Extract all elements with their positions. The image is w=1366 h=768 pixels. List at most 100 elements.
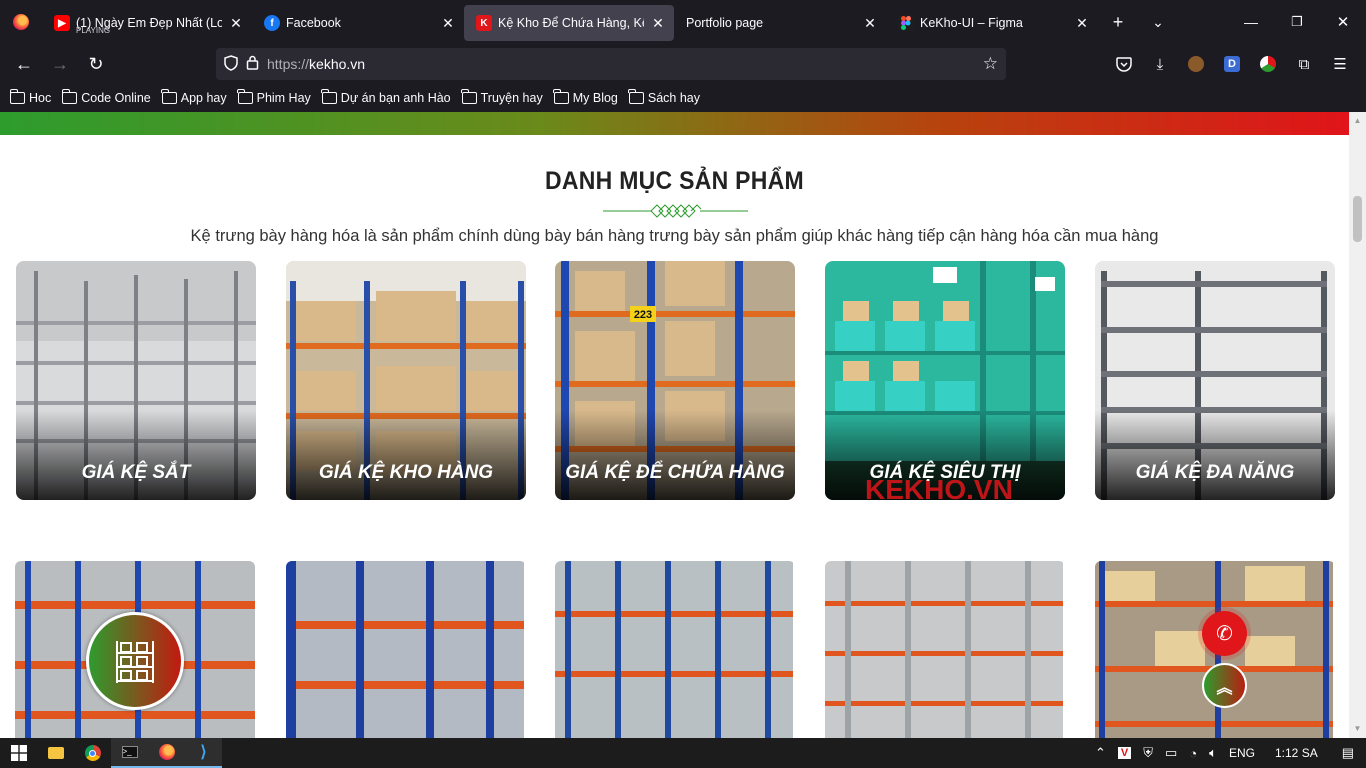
forward-icon[interactable]: → [42,48,78,80]
bookmark-folder[interactable]: Truyện hay [461,89,543,105]
title-divider [603,204,748,218]
folder-icon [237,89,253,104]
chevron-up-icon[interactable]: ⌃ [1095,745,1106,761]
close-window-icon[interactable]: ✕ [1320,0,1366,44]
bookmark-folder[interactable]: Hoc [9,89,51,105]
pocket-icon[interactable] [1106,48,1142,80]
category-card-gia-ke-sat[interactable]: GIÁ KỆ SẮT [16,261,256,500]
bookmark-folder[interactable]: Phim Hay [237,89,311,105]
close-tab-icon[interactable]: ✕ [228,15,244,32]
category-card-gia-ke-kho-hang[interactable]: GIÁ KỆ KHO HÀNG [286,261,526,500]
section-description: Kệ trưng bày hàng hóa là sản phẩm chính … [190,227,1159,245]
clock[interactable]: 1:12 SA [1275,746,1318,760]
close-tab-icon[interactable]: ✕ [1074,15,1090,32]
battery-icon[interactable]: ▭ [1165,745,1177,761]
minimize-icon[interactable]: — [1228,0,1274,44]
section-title: DANH MỤC SẢN PHẨM [545,167,804,195]
windows-taskbar: >_ ⟩ ⌃ V ⛨ ▭ ◔ 🔈︎ ENG 1:12 SA ▤ [0,738,1366,768]
file-explorer-icon[interactable] [37,738,74,768]
folder-icon [628,89,644,104]
category-label: GIÁ KỆ KHO HÀNG [318,462,494,483]
bookmarks-bar: Hoc Code Online App hay Phim Hay Dự án b… [0,84,1366,112]
extension-color-icon[interactable] [1250,48,1286,80]
bookmark-folder[interactable]: Dự án bạn anh Hào [321,89,451,105]
scroll-down-icon[interactable]: ▼ [1353,724,1362,734]
shelf-icon [116,641,154,683]
scrollbar-thumb[interactable] [1353,196,1362,242]
tab-figma[interactable]: KeKho-UI – Figma ✕ [886,5,1098,41]
extensions-icon[interactable]: ⧉ [1286,48,1322,80]
shield-icon[interactable] [224,54,238,74]
toolbar-icons: ⤓ D ⧉ ☰ [1106,48,1358,80]
url-bar[interactable]: https://kekho.vn ☆ [216,48,1006,80]
phone-icon: ✆ [1216,623,1233,645]
category-card-row2-4[interactable] [825,561,1065,738]
firefox-icon[interactable] [148,738,185,768]
tab-facebook[interactable]: f Facebook ✕ [252,5,464,41]
tab-kekho[interactable]: K Kệ Kho Để Chứa Hàng, Kệ Trư ✕ [464,5,674,41]
chrome-icon[interactable] [74,738,111,768]
restore-icon[interactable]: ❐ [1274,0,1320,44]
category-card-gia-ke-da-nang[interactable]: GIÁ KỆ ĐA NĂNG [1095,261,1335,500]
kekho-icon: K [476,15,492,31]
downloads-icon[interactable]: ⤓ [1142,48,1178,80]
back-icon[interactable]: ← [6,48,42,80]
scroll-up-icon[interactable]: ▲ [1353,116,1362,126]
rack-label: 223 [634,309,652,321]
playing-indicator: PLAYING [76,26,111,35]
category-card-gia-ke-sieu-thi[interactable]: KEKHO.VN GIÁ KỆ SIÊU THỊ [825,261,1065,500]
reload-icon[interactable]: ↻ [78,48,114,80]
folder-icon [321,89,337,104]
wifi-icon[interactable]: ◔ [1189,746,1197,761]
security-icon[interactable]: ⛨ [1143,745,1153,761]
folder-icon [161,89,177,104]
bookmark-star-icon[interactable]: ☆ [983,54,998,74]
folder-icon [553,89,569,104]
category-label: GIÁ KỆ SIÊU THỊ [869,462,1021,483]
product-image [555,561,793,738]
category-card-row2-3[interactable] [555,561,795,738]
tab-bar: ▶ (1) Ngày Em Đẹp Nhất (Lofi V PLAYING ✕… [0,0,1366,44]
call-button[interactable]: ✆ [1202,611,1247,656]
category-label: GIÁ KỆ ĐỂ CHỨA HÀNG [565,462,785,483]
extension-d-icon[interactable]: D [1214,48,1250,80]
notifications-icon[interactable]: ▤ [1342,745,1354,761]
windows-start-icon[interactable] [0,738,37,768]
system-tray: ⌃ V ⛨ ▭ ◔ 🔈︎ ENG 1:12 SA ▤ [1089,738,1366,768]
facebook-icon: f [264,15,280,31]
bookmark-folder[interactable]: Sách hay [628,89,700,105]
close-tab-icon[interactable]: ✕ [650,15,666,32]
tab-portfolio[interactable]: Portfolio page ✕ [674,5,886,41]
bookmark-folder[interactable]: My Blog [553,89,618,105]
product-image [286,561,524,738]
tab-youtube[interactable]: ▶ (1) Ngày Em Đẹp Nhất (Lofi V PLAYING ✕ [42,5,252,41]
youtube-icon: ▶ [54,15,70,31]
new-tab-icon[interactable]: + [1098,0,1138,44]
bookmark-folder[interactable]: App hay [161,89,227,105]
firefox-menu-icon[interactable] [0,0,42,44]
volume-icon[interactable]: 🔈︎ [1209,745,1217,761]
language-indicator[interactable]: ENG [1229,746,1255,760]
category-card-gia-ke-de-chua-hang[interactable]: 223 GIÁ KỆ ĐỂ CHỨA HÀNG [555,261,795,500]
app-menu-icon[interactable]: ☰ [1322,48,1358,80]
scroll-to-top-button[interactable]: ︽ [1202,663,1247,708]
extension-cookie-icon[interactable] [1178,48,1214,80]
category-card-row2-2[interactable] [286,561,526,738]
header-gradient-strip [0,112,1349,135]
product-image [825,561,1063,738]
page-scrollbar[interactable]: ▲ ▼ [1349,112,1366,738]
terminal-icon[interactable]: >_ [111,738,148,768]
figma-icon [898,15,914,31]
lock-icon[interactable] [246,55,259,73]
category-label: GIÁ KỆ SẮT [81,462,191,483]
nav-bar: ← → ↻ https://kekho.vn ☆ ⤓ D ⧉ ☰ [0,44,1366,84]
vscode-icon[interactable]: ⟩ [185,738,222,768]
antivirus-icon[interactable]: V [1117,747,1132,759]
bookmark-folder[interactable]: Code Online [61,89,151,105]
folder-icon [9,89,25,104]
close-tab-icon[interactable]: ✕ [862,15,878,32]
close-tab-icon[interactable]: ✕ [440,15,456,32]
floating-shelf-logo-button[interactable] [86,612,184,710]
double-chevron-up-icon: ︽ [1216,679,1233,697]
list-tabs-icon[interactable]: ⌄ [1138,0,1178,44]
